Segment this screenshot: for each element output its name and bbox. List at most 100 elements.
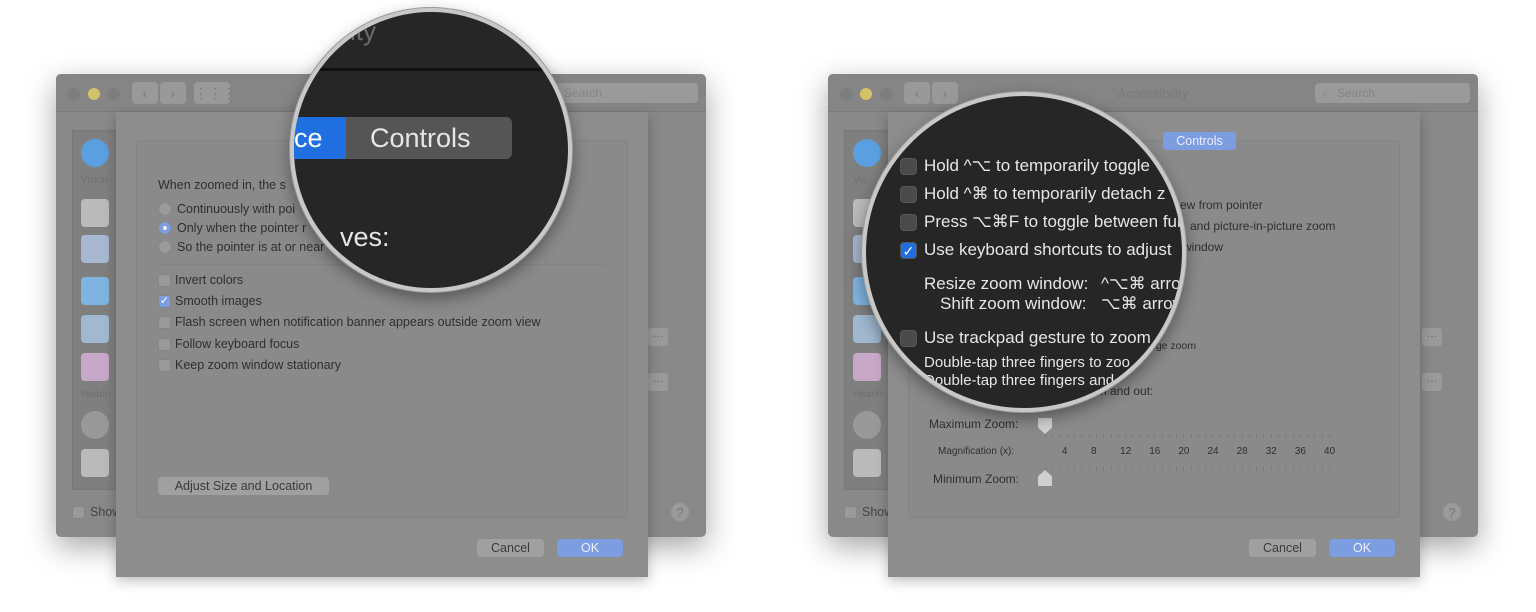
slider-tick bbox=[1321, 434, 1323, 438]
slider-tick bbox=[1052, 467, 1054, 471]
slider-tick bbox=[1139, 434, 1141, 438]
magnification-label: Magnification (x): bbox=[938, 446, 1015, 457]
slider-tick bbox=[1161, 467, 1163, 471]
hold-detach-checkbox[interactable] bbox=[900, 186, 917, 203]
trackpad-gesture-checkbox[interactable] bbox=[900, 330, 917, 347]
keep-stationary-checkbox[interactable] bbox=[158, 359, 171, 372]
search-placeholder: Search bbox=[564, 86, 603, 100]
keyboard-shortcuts-checkbox[interactable]: ✓ bbox=[900, 242, 917, 259]
options-button[interactable]: … bbox=[648, 328, 668, 346]
grid-view-button[interactable]: ⋮⋮⋮ bbox=[194, 82, 236, 104]
tab-controls[interactable]: Controls bbox=[1163, 132, 1236, 150]
cancel-button[interactable]: Cancel bbox=[1249, 539, 1316, 557]
sidebar-section-vision: Vis bbox=[853, 175, 867, 186]
slider-tick bbox=[1168, 467, 1170, 471]
sidebar-section-vision: Vision bbox=[81, 175, 109, 186]
search-input[interactable]: ⌕ Search bbox=[1315, 83, 1470, 103]
slider-tick bbox=[1292, 434, 1294, 438]
rtt-icon[interactable] bbox=[853, 449, 881, 477]
title-bar: ‹ › Accessibility ⌕ Search bbox=[828, 74, 1478, 112]
slider-tick bbox=[1205, 434, 1207, 438]
show-checkbox[interactable] bbox=[72, 506, 85, 519]
slider-tick bbox=[1314, 467, 1316, 471]
minimize-button[interactable] bbox=[88, 88, 100, 100]
zoom-icon[interactable] bbox=[81, 235, 109, 263]
slider-tick bbox=[1248, 467, 1250, 471]
audio-icon[interactable] bbox=[853, 411, 881, 439]
options-button-2[interactable]: … bbox=[1422, 373, 1442, 391]
slider-tick bbox=[1059, 467, 1061, 471]
voiceover-icon[interactable] bbox=[81, 199, 109, 227]
magnification-tick-label: 32 bbox=[1265, 446, 1277, 457]
invert-colors-checkbox[interactable] bbox=[158, 274, 171, 287]
tab-label: ce bbox=[294, 123, 323, 153]
search-input[interactable]: Search bbox=[556, 83, 698, 103]
search-placeholder: Search bbox=[1337, 86, 1376, 100]
options-button-2[interactable]: … bbox=[648, 373, 668, 391]
show-checkbox[interactable] bbox=[844, 506, 857, 519]
radio-label: Only when the pointer r bbox=[177, 221, 307, 235]
help-button[interactable]: ? bbox=[670, 502, 690, 522]
slider-tick bbox=[1081, 467, 1083, 471]
accessibility-icon[interactable] bbox=[853, 139, 881, 167]
smooth-images-checkbox[interactable]: ✓ bbox=[158, 295, 171, 308]
slider-tick bbox=[1212, 434, 1214, 438]
slider-tick bbox=[1227, 434, 1229, 438]
press-toggle-checkbox[interactable] bbox=[900, 214, 917, 231]
radio-so-pointer[interactable] bbox=[158, 240, 172, 254]
adjust-size-button[interactable]: Adjust Size and Location bbox=[158, 477, 329, 495]
slider-tick bbox=[1190, 467, 1192, 471]
option-label: Use keyboard shortcuts to adjust bbox=[924, 240, 1172, 259]
slider-tick bbox=[1205, 467, 1207, 471]
radio-only-when[interactable] bbox=[158, 221, 172, 235]
accessibility-icon[interactable] bbox=[81, 139, 109, 167]
max-zoom-slider-track[interactable] bbox=[1045, 424, 1335, 427]
tab-controls[interactable]: Controls bbox=[346, 117, 512, 159]
search-icon: ⌕ bbox=[1322, 86, 1329, 100]
audio-icon[interactable] bbox=[81, 411, 109, 439]
gesture-hint: Double-tap three fingers to zoo bbox=[924, 354, 1130, 371]
back-button[interactable]: ‹ bbox=[132, 82, 158, 104]
slider-tick bbox=[1219, 434, 1221, 438]
rtt-icon[interactable] bbox=[81, 449, 109, 477]
follow-keyboard-checkbox[interactable] bbox=[158, 338, 171, 351]
tab-active[interactable]: ce bbox=[294, 117, 346, 159]
zoom-button[interactable] bbox=[108, 88, 120, 100]
slider-tick bbox=[1270, 434, 1272, 438]
slider-tick bbox=[1263, 434, 1265, 438]
ok-button[interactable]: OK bbox=[557, 539, 623, 557]
radio-label: Continuously with poi bbox=[177, 202, 296, 216]
slider-tick bbox=[1278, 434, 1280, 438]
flash-screen-checkbox[interactable] bbox=[158, 316, 171, 329]
hold-toggle-checkbox[interactable] bbox=[900, 158, 917, 175]
descriptions-icon[interactable] bbox=[81, 353, 109, 381]
display-icon[interactable] bbox=[81, 277, 109, 305]
slider-tick bbox=[1066, 434, 1068, 438]
text-fragment: window bbox=[1183, 240, 1224, 254]
heading: When zoomed in, the s bbox=[158, 178, 286, 192]
ok-button[interactable]: OK bbox=[1329, 539, 1395, 557]
option-label: Hold ^⌥ to temporarily toggle bbox=[924, 156, 1150, 175]
slider-tick bbox=[1321, 467, 1323, 471]
option-label: Use trackpad gesture to zoom bbox=[924, 328, 1151, 347]
checkbox-label: Follow keyboard focus bbox=[175, 337, 300, 351]
checkbox-label: Smooth images bbox=[175, 294, 262, 308]
radio-continuously[interactable] bbox=[158, 202, 172, 216]
slider-tick bbox=[1234, 467, 1236, 471]
slider-tick bbox=[1270, 467, 1272, 471]
help-button[interactable]: ? bbox=[1442, 502, 1462, 522]
close-button[interactable] bbox=[68, 88, 80, 100]
cancel-button[interactable]: Cancel bbox=[477, 539, 544, 557]
forward-button[interactable]: › bbox=[160, 82, 186, 104]
slider-tick bbox=[1052, 434, 1054, 438]
min-zoom-slider-track[interactable] bbox=[1045, 479, 1335, 482]
slider-tick bbox=[1110, 434, 1112, 438]
slider-tick bbox=[1256, 434, 1258, 438]
slider-tick bbox=[1074, 467, 1076, 471]
slider-tick bbox=[1117, 434, 1119, 438]
options-button[interactable]: … bbox=[1422, 328, 1442, 346]
magnification-tick-label: 20 bbox=[1178, 446, 1190, 457]
slider-tick bbox=[1183, 434, 1185, 438]
speech-icon[interactable] bbox=[81, 315, 109, 343]
descriptions-icon[interactable] bbox=[853, 353, 881, 381]
